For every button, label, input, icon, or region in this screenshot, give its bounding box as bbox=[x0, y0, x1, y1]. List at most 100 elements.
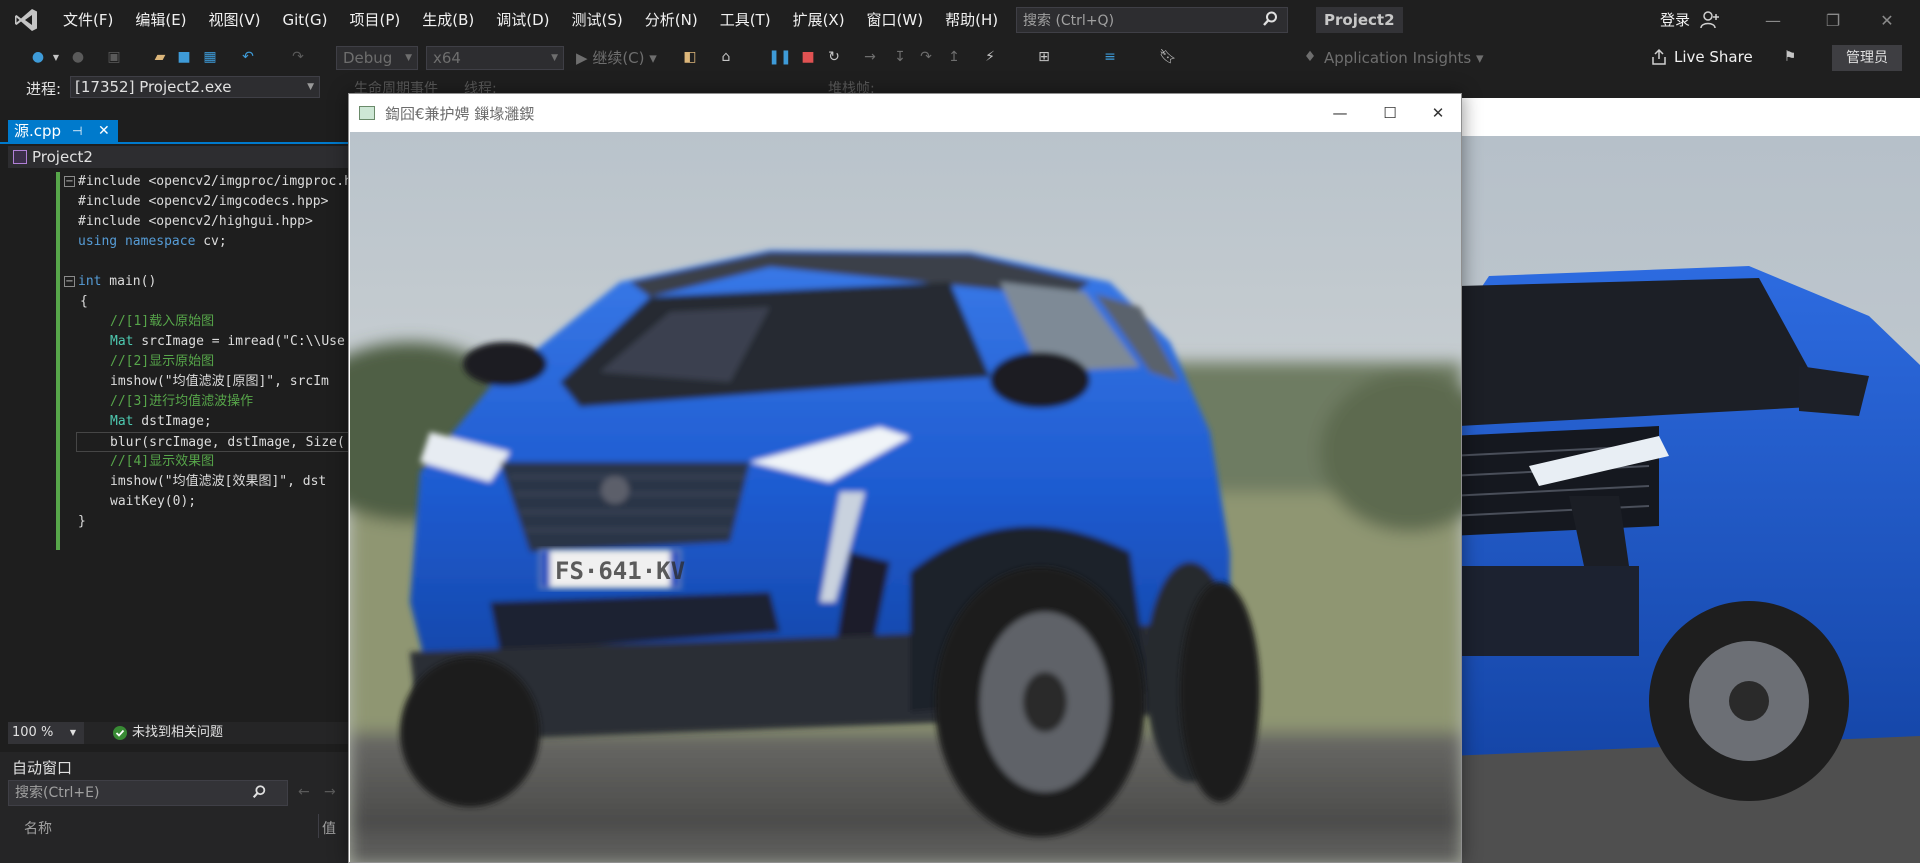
menu-help[interactable]: 帮助(H) bbox=[934, 0, 1009, 40]
close-icon[interactable]: ✕ bbox=[1415, 94, 1461, 132]
close-icon[interactable]: ✕ bbox=[1862, 0, 1912, 40]
code-line: #include <opencv2/imgcodecs.hpp> bbox=[78, 194, 329, 209]
autos-window: 自动窗口 搜索(Ctrl+E) ← → 名称 值 bbox=[0, 752, 350, 863]
close-tab-icon[interactable]: ✕ bbox=[98, 120, 110, 142]
document-tab-title: 源.cpp bbox=[14, 122, 62, 140]
maximize-icon[interactable]: ☐ bbox=[1367, 94, 1413, 132]
issues-text: 未找到相关问题 bbox=[132, 725, 224, 740]
process-attach-icon[interactable]: ◧ bbox=[680, 47, 700, 67]
zoom-combo[interactable]: 100 % ▼ bbox=[8, 722, 84, 744]
forward-icon[interactable]: ● bbox=[68, 47, 88, 67]
restore-icon[interactable]: ❐ bbox=[1808, 0, 1858, 40]
restart-icon[interactable]: ↻ bbox=[824, 47, 844, 67]
code-text[interactable]: #include <opencv2/imgproc/imgproc.hpp> #… bbox=[0, 172, 375, 632]
menu-edit[interactable]: 编辑(E) bbox=[124, 0, 197, 40]
menu-git[interactable]: Git(G) bbox=[272, 0, 339, 40]
code-line: imshow("均值滤波[原图]", srcIm bbox=[110, 374, 329, 389]
menu-project[interactable]: 项目(P) bbox=[339, 0, 412, 40]
live-share-button[interactable]: Live Share bbox=[1650, 40, 1753, 74]
code-line: //[3]进行均值滤波操作 bbox=[110, 394, 254, 409]
configuration-combo[interactable]: Debug ▼ bbox=[336, 46, 418, 70]
show-next-statement-icon[interactable]: → bbox=[860, 47, 880, 67]
standard-toolbar: ● ▼ ● ▣ ▰ ■ ▦ ↶ ↷ Debug ▼ x64 ▼ ▶ 继续(C) ▾ … bbox=[0, 40, 1920, 74]
step-out-icon[interactable]: ↥ bbox=[944, 47, 964, 67]
bookmark-icon[interactable]: 🔖︎ bbox=[1158, 47, 1178, 67]
menu-build[interactable]: 生成(B) bbox=[411, 0, 485, 40]
configuration-value: Debug bbox=[343, 49, 393, 67]
image-window-titlebar[interactable] bbox=[1449, 98, 1920, 136]
pin-icon[interactable]: ⊣ bbox=[72, 120, 82, 142]
code-line: //[4]显示效果图 bbox=[110, 454, 215, 469]
project-icon bbox=[13, 150, 27, 164]
zoom-value: 100 % bbox=[12, 725, 54, 740]
redo-icon[interactable]: ↷ bbox=[288, 47, 308, 67]
stop-icon[interactable]: ■ bbox=[798, 47, 818, 67]
column-divider[interactable] bbox=[318, 814, 319, 838]
pause-icon[interactable]: ❚❚ bbox=[768, 47, 791, 67]
menu-tools[interactable]: 工具(T) bbox=[709, 0, 782, 40]
menu-view[interactable]: 视图(V) bbox=[198, 0, 272, 40]
menu-test[interactable]: 测试(S) bbox=[561, 0, 634, 40]
image-window-titlebar[interactable]: 鍧囧€兼护娉 鏁堟灉鍥 — ☐ ✕ bbox=[349, 94, 1461, 132]
code-line: imshow("均值滤波[效果图]", dst bbox=[110, 474, 327, 489]
continue-label: 继续(C) bbox=[592, 49, 645, 67]
menu-extensions[interactable]: 扩展(X) bbox=[782, 0, 856, 40]
search-placeholder: 搜索 (Ctrl+Q) bbox=[1023, 13, 1115, 29]
issues-indicator[interactable]: 未找到相关问题 bbox=[112, 722, 223, 744]
live-share-label: Live Share bbox=[1674, 48, 1753, 66]
arrow-left-icon[interactable]: ← bbox=[298, 784, 310, 800]
hot-reload-icon[interactable]: ⚡ bbox=[980, 47, 1000, 67]
process-combo[interactable]: [17352] Project2.exe ▼ bbox=[70, 76, 320, 98]
add-user-icon[interactable] bbox=[1700, 10, 1720, 30]
indent-icon[interactable]: ≡ bbox=[1100, 47, 1120, 67]
save-icon[interactable]: ■ bbox=[174, 47, 194, 67]
step-into-icon[interactable]: ↧ bbox=[890, 47, 910, 67]
code-editor-pane: 源.cpp ⊣ ✕ Project2 − − #include <opencv2… bbox=[0, 100, 375, 863]
menu-window[interactable]: 窗口(W) bbox=[856, 0, 935, 40]
browser-icon[interactable]: ⌂ bbox=[716, 47, 736, 67]
continue-button[interactable]: ▶ 继续(C) ▾ bbox=[576, 46, 657, 70]
app-insights-icon[interactable]: ♦ bbox=[1300, 47, 1320, 67]
admin-badge: 管理员 bbox=[1832, 45, 1902, 71]
back-dropdown-icon[interactable]: ▼ bbox=[46, 47, 66, 67]
platform-combo[interactable]: x64 ▼ bbox=[426, 46, 564, 70]
feedback-icon[interactable]: ⚑ bbox=[1780, 47, 1800, 67]
code-line: using namespace cv; bbox=[78, 234, 227, 249]
minimize-icon[interactable]: — bbox=[1748, 0, 1798, 40]
app-insights-button[interactable]: Application Insights ▾ bbox=[1324, 46, 1484, 70]
column-header-name[interactable]: 名称 bbox=[24, 818, 52, 838]
minimize-icon[interactable]: — bbox=[1317, 94, 1363, 132]
platform-value: x64 bbox=[433, 49, 461, 67]
code-line: Mat srcImage = imread("C:\\Use bbox=[110, 334, 345, 349]
image-window-blurred[interactable]: 鍧囧€兼护娉 鏁堟灉鍥 — ☐ ✕ FS·641·KV bbox=[348, 93, 1462, 863]
login-link[interactable]: 登录 bbox=[1660, 0, 1690, 40]
format-icon[interactable]: ⊞ bbox=[1034, 47, 1054, 67]
save-all-icon[interactable]: ▦ bbox=[200, 47, 220, 67]
undo-icon[interactable]: ↶ bbox=[238, 47, 258, 67]
code-line: #include <opencv2/highgui.hpp> bbox=[78, 214, 313, 229]
search-input[interactable]: 搜索 (Ctrl+Q) bbox=[1016, 7, 1288, 33]
process-label: 进程: bbox=[26, 80, 62, 98]
code-line: } bbox=[78, 514, 86, 529]
solution-name-badge: Project2 bbox=[1316, 7, 1403, 33]
menu-file[interactable]: 文件(F) bbox=[52, 0, 124, 40]
autos-search-input[interactable]: 搜索(Ctrl+E) bbox=[8, 780, 288, 806]
app-insights-label: Application Insights bbox=[1324, 49, 1472, 67]
check-circle-icon bbox=[113, 726, 127, 740]
new-project-icon[interactable]: ▣ bbox=[104, 47, 124, 67]
project-navigation-bar[interactable]: Project2 bbox=[8, 146, 348, 168]
search-icon[interactable] bbox=[1261, 10, 1279, 28]
column-header-value[interactable]: 值 bbox=[322, 818, 336, 838]
car-photo-blurred: FS·641·KV bbox=[350, 132, 1461, 862]
back-icon[interactable]: ● bbox=[28, 47, 48, 67]
step-over-icon[interactable]: ↷ bbox=[916, 47, 936, 67]
search-icon[interactable] bbox=[251, 784, 267, 800]
menu-debug[interactable]: 调试(D) bbox=[485, 0, 560, 40]
code-line: //[2]显示原始图 bbox=[110, 354, 215, 369]
menu-analyze[interactable]: 分析(N) bbox=[634, 0, 709, 40]
document-tab[interactable]: 源.cpp ⊣ ✕ bbox=[8, 120, 118, 142]
visual-studio-logo-icon[interactable] bbox=[0, 0, 52, 40]
arrow-right-icon[interactable]: → bbox=[324, 784, 336, 800]
open-folder-icon[interactable]: ▰ bbox=[150, 47, 170, 67]
image-window-original[interactable] bbox=[1448, 98, 1920, 863]
